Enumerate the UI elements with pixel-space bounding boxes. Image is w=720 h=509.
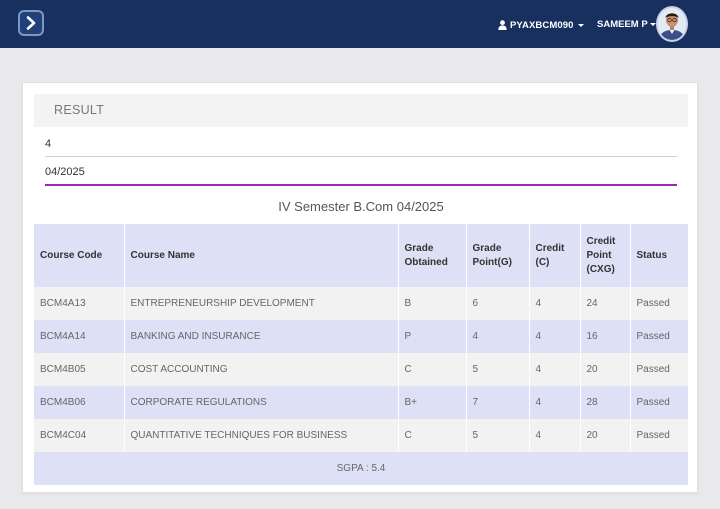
result-table: Course Code Course Name Grade Obtained G… — [34, 224, 688, 485]
table-title: IV Semester B.Com 04/2025 — [278, 199, 444, 214]
column-header: Credit Point (CXG) — [580, 224, 631, 287]
status-cell: Passed — [636, 298, 670, 309]
column-header: Course Code — [34, 224, 125, 287]
semester-value: 4 — [45, 138, 52, 150]
credit-point-cell: 24 — [580, 287, 631, 320]
profile-photo — [658, 8, 686, 40]
status-cell: Passed — [636, 331, 670, 342]
user-account-dropdown[interactable]: PYAXBCM090 — [498, 17, 585, 33]
status-cell: Passed — [636, 397, 670, 408]
course-code-cell: BCM4B06 — [34, 386, 125, 419]
dropdown-caret-icon — [578, 23, 585, 27]
table-header-row: Course Code Course Name Grade Obtained G… — [34, 224, 688, 287]
display-name-label: SAMEEM P — [597, 18, 648, 30]
grade-point-cell: 4 — [466, 320, 530, 353]
column-header: Status — [636, 249, 668, 261]
table-row: BCM4A13 ENTREPRENEURSHIP DEVELOPMENT B 6… — [34, 287, 688, 320]
column-header: Grade Point(G) — [466, 224, 530, 287]
exam-session-field[interactable]: 04/2025 — [45, 161, 677, 186]
course-name-cell: COST ACCOUNTING — [124, 353, 399, 386]
credit-cell: 4 — [529, 419, 581, 452]
grade-cell: B — [398, 287, 467, 320]
result-heading: RESULT — [54, 103, 105, 117]
grade-point-cell: 6 — [466, 287, 530, 320]
chevron-right-icon — [26, 16, 36, 30]
top-navbar: PYAXBCM090 SAMEEM P — [0, 0, 720, 48]
sidebar-toggle-button[interactable] — [18, 10, 44, 36]
table-row: BCM4C04 QUANTITATIVE TECHNIQUES FOR BUSI… — [34, 419, 688, 452]
credit-point-cell: 16 — [580, 320, 631, 353]
table-row: BCM4A14 BANKING AND INSURANCE P 4 4 16 P… — [34, 320, 688, 353]
user-icon — [498, 20, 507, 30]
course-code-cell: BCM4A14 — [34, 320, 125, 353]
sgpa-row: SGPA : 5.4 — [34, 452, 688, 485]
column-header: Course Name — [124, 224, 399, 287]
table-row: BCM4B05 COST ACCOUNTING C 5 4 20 Passed — [34, 353, 688, 386]
exam-session-value: 04/2025 — [45, 166, 85, 178]
grade-cell: P — [398, 320, 467, 353]
sgpa-value: SGPA : 5.4 — [34, 452, 688, 485]
course-name-cell: CORPORATE REGULATIONS — [124, 386, 399, 419]
course-name-cell: ENTREPRENEURSHIP DEVELOPMENT — [124, 287, 399, 320]
credit-cell: 4 — [529, 353, 581, 386]
grade-point-cell: 5 — [466, 353, 530, 386]
avatar[interactable] — [656, 6, 688, 42]
grade-cell: B+ — [398, 386, 467, 419]
credit-cell: 4 — [529, 386, 581, 419]
credit-point-cell: 20 — [580, 353, 631, 386]
grade-cell: C — [398, 419, 467, 452]
result-header: RESULT — [34, 94, 688, 127]
course-code-cell: BCM4C04 — [34, 419, 125, 452]
credit-point-cell: 28 — [580, 386, 631, 419]
table-row: BCM4B06 CORPORATE REGULATIONS B+ 7 4 28 … — [34, 386, 688, 419]
grade-point-cell: 7 — [466, 386, 530, 419]
dropdown-caret-icon — [649, 22, 656, 26]
column-header: Credit (C) — [529, 224, 581, 287]
credit-point-cell: 20 — [580, 419, 631, 452]
credit-cell: 4 — [529, 320, 581, 353]
course-code-cell: BCM4B05 — [34, 353, 125, 386]
status-cell: Passed — [636, 364, 670, 375]
course-code-cell: BCM4A13 — [34, 287, 125, 320]
course-name-cell: BANKING AND INSURANCE — [124, 320, 399, 353]
grade-point-cell: 5 — [466, 419, 530, 452]
username-label: PYAXBCM090 — [510, 19, 574, 31]
course-name-cell: QUANTITATIVE TECHNIQUES FOR BUSINESS — [124, 419, 399, 452]
semester-field[interactable]: 4 — [45, 133, 677, 157]
grade-cell: C — [398, 353, 467, 386]
status-cell: Passed — [636, 430, 670, 441]
column-header: Grade Obtained — [398, 224, 467, 287]
profile-name-dropdown[interactable]: SAMEEM P — [597, 17, 656, 31]
credit-cell: 4 — [529, 287, 581, 320]
result-card: RESULT 4 04/2025 IV Semester B.Com 04/20… — [22, 82, 698, 493]
